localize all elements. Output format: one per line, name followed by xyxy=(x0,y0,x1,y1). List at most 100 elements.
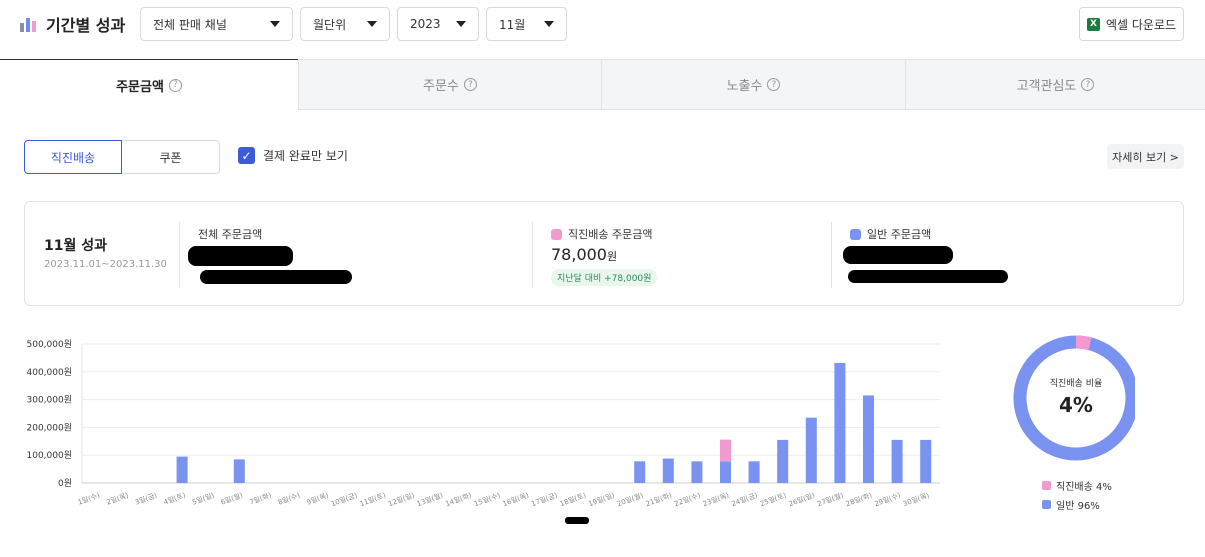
donut-value: 4% xyxy=(1059,393,1093,417)
redacted-value xyxy=(843,246,953,264)
tab-label: 노출수 xyxy=(726,79,763,94)
help-icon[interactable]: ? xyxy=(1081,78,1095,91)
x-tick-label: 26일(일) xyxy=(787,490,816,508)
direct-dot-icon xyxy=(551,228,562,240)
help-icon[interactable]: ? xyxy=(463,78,477,91)
bar-general[interactable] xyxy=(176,456,188,483)
x-tick-label: 20일(월) xyxy=(616,490,645,508)
tab-customer-interest[interactable]: 고객관심도 ? xyxy=(905,59,1205,110)
daily-order-chart: 0원 100,000원 200,000원 300,000원 400,000원 500,00… xyxy=(27,339,940,524)
x-tick-label: 3일(금) xyxy=(134,490,159,506)
excel-download-button[interactable]: X 엑셀 다운로드 xyxy=(1079,7,1184,41)
bar-general[interactable] xyxy=(834,362,846,483)
general-dot-icon xyxy=(850,228,861,240)
direct-amount-value: 78,000원 xyxy=(551,245,617,264)
bar-general[interactable] xyxy=(891,439,903,483)
legend-general: 일반 96% xyxy=(1042,497,1100,512)
x-tick-label: 7일(화) xyxy=(248,490,273,506)
bar-general[interactable] xyxy=(634,461,646,483)
x-tick-label: 23일(목) xyxy=(701,490,730,508)
y-tick-label: 200,000원 xyxy=(27,422,73,433)
x-tick-label: 1일(수) xyxy=(76,490,101,506)
x-tick-label: 25일(토) xyxy=(759,490,788,508)
paid-only-checkbox[interactable]: ✓ 결제 완료만 보기 xyxy=(238,147,348,164)
year-select[interactable]: 2023 xyxy=(397,7,479,41)
check-icon: ✓ xyxy=(238,147,255,164)
bar-general[interactable] xyxy=(863,395,874,483)
bar-general[interactable] xyxy=(720,461,731,483)
tab-label: 주문수 xyxy=(423,79,459,94)
divider xyxy=(532,222,533,288)
excel-download-label: 엑셀 다운로드 xyxy=(1105,17,1177,32)
month-select[interactable]: 11월 xyxy=(486,7,567,41)
bar-general[interactable] xyxy=(920,439,932,483)
legend-direct-swatch xyxy=(1042,481,1051,490)
direct-change-badge: 지난달 대비 +78,000원 xyxy=(551,269,658,286)
y-tick-label: 500,000원 xyxy=(27,339,73,350)
segment-direct-button[interactable]: 직진배송 xyxy=(24,140,122,174)
x-tick-label: 30일(목) xyxy=(902,490,931,508)
bar-general[interactable] xyxy=(777,439,789,483)
divider xyxy=(831,222,832,288)
redacted-value xyxy=(565,517,589,524)
legend-direct-label: 직진배송 4% xyxy=(1056,482,1112,493)
x-tick-label: 19일(일) xyxy=(587,490,616,508)
paid-only-label: 결제 완료만 보기 xyxy=(263,149,348,163)
chevron-down-icon xyxy=(456,21,466,27)
summary-title: 11월 성과 xyxy=(44,238,107,254)
segment-coupon-button[interactable]: 쿠폰 xyxy=(122,140,220,174)
x-tick-label: 2일(목) xyxy=(105,490,130,506)
delivery-segment: 직진배송 쿠폰 xyxy=(24,140,220,174)
channel-select[interactable]: 전체 판매 채널 xyxy=(140,7,293,41)
summary-card: 11월 성과 2023.11.01~2023.11.30 전체 주문금액 직진배… xyxy=(24,201,1184,306)
bar-general[interactable] xyxy=(805,417,817,483)
help-icon[interactable]: ? xyxy=(767,78,781,91)
general-amount-label-text: 일반 주문금액 xyxy=(867,228,932,241)
direct-amount-number: 78,000 xyxy=(551,245,607,264)
chevron-down-icon xyxy=(367,21,377,27)
tab-order-count[interactable]: 주문수 ? xyxy=(298,59,601,110)
divider xyxy=(179,222,180,288)
page-title: 기간별 성과 xyxy=(46,16,126,35)
x-tick-label: 13일(월) xyxy=(415,490,444,508)
tab-order-amount[interactable]: 주문금액 ? xyxy=(0,59,298,110)
help-icon[interactable]: ? xyxy=(168,78,182,92)
x-tick-label: 17일(금) xyxy=(530,490,559,508)
x-tick-label: 22일(수) xyxy=(673,490,702,508)
bar-general[interactable] xyxy=(691,461,703,483)
detail-view-button[interactable]: 자세히 보기 > xyxy=(1107,144,1184,169)
y-tick-label: 100,000원 xyxy=(27,450,73,461)
x-tick-label: 14일(화) xyxy=(444,490,473,508)
y-tick-label: 400,000원 xyxy=(27,367,73,378)
tab-impressions[interactable]: 노출수 ? xyxy=(601,59,905,110)
total-amount-label-text: 전체 주문금액 xyxy=(198,228,263,241)
y-tick-label: 300,000원 xyxy=(27,395,73,406)
month-select-value: 11월 xyxy=(499,17,526,32)
direct-amount-label-text: 직진배송 주문금액 xyxy=(568,228,653,241)
bar-general[interactable] xyxy=(748,461,760,483)
legend-general-swatch xyxy=(1042,500,1051,509)
x-tick-label: 6일(월) xyxy=(219,490,244,506)
legend-direct: 직진배송 4% xyxy=(1042,478,1112,493)
bar-general[interactable] xyxy=(233,459,245,483)
donut-title: 직진배송 비율 xyxy=(1050,378,1103,389)
bar-chart-icon xyxy=(20,16,38,32)
metric-tabs: 주문금액 ? 주문수 ? 노출수 ? 고객관심도 ? xyxy=(0,59,1205,110)
tab-label: 고객관심도 xyxy=(1016,79,1077,94)
chevron-down-icon xyxy=(544,21,554,27)
redacted-value xyxy=(188,246,293,266)
x-tick-label: 24일(금) xyxy=(730,490,759,508)
redacted-value xyxy=(200,270,352,284)
top-bar: 기간별 성과 전체 판매 채널 월단위 2023 11월 X 엑셀 다운로드 xyxy=(0,0,1205,50)
general-amount-label: 일반 주문금액 xyxy=(850,226,931,242)
summary-range: 2023.11.01~2023.11.30 xyxy=(44,259,167,270)
tab-label: 주문금액 xyxy=(116,79,164,95)
bar-direct[interactable] xyxy=(720,439,731,462)
x-tick-label: 10일(금) xyxy=(330,490,359,508)
x-tick-label: 27일(월) xyxy=(816,490,845,508)
bar-general[interactable] xyxy=(662,458,674,483)
x-tick-label: 16일(목) xyxy=(501,490,530,508)
unit-select[interactable]: 월단위 xyxy=(300,7,390,41)
redacted-value xyxy=(848,270,1008,283)
chevron-down-icon xyxy=(270,21,280,27)
